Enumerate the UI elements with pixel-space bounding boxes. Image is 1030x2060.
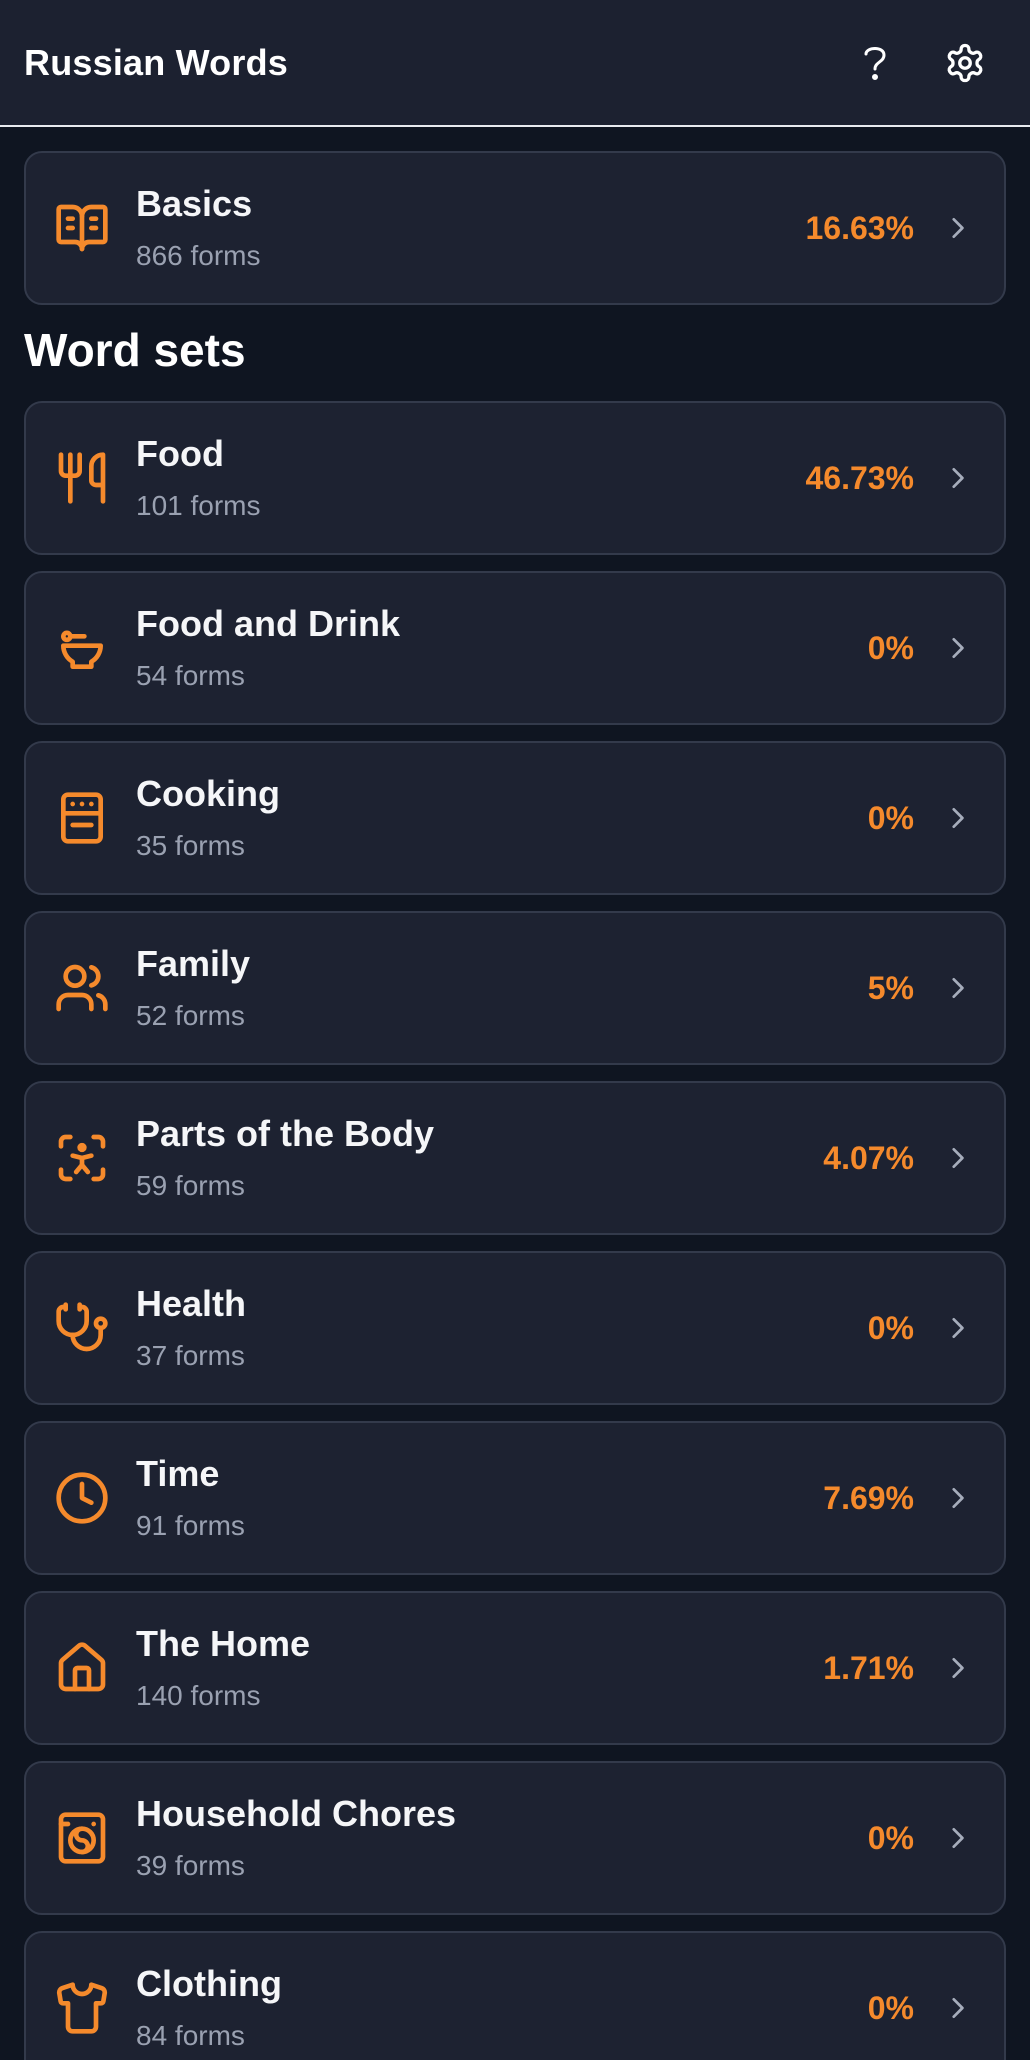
users-icon [52,958,112,1018]
word-set-text: Cooking 35 forms [136,774,868,862]
utensils-icon [52,448,112,508]
word-set-title: Family [136,943,251,985]
word-set-progress-percent: 0% [867,1819,914,1856]
word-set-card-the-home[interactable]: The Home 140 forms 1.71% [24,1591,1006,1745]
word-set-card-food-and-drink[interactable]: Food and Drink 54 forms 0% [24,571,1006,725]
washing-machine-icon [52,1808,112,1868]
word-set-forms: 140 forms [136,1679,261,1711]
word-set-progress-percent: 1.71% [823,1649,914,1686]
basics-text: Basics 866 forms [136,184,805,272]
help-button[interactable] [850,38,900,88]
word-set-progress-percent: 0% [867,799,914,836]
word-set-card-cooking[interactable]: Cooking 35 forms 0% [24,741,1006,895]
word-set-card-family[interactable]: Family 52 forms 5% [24,911,1006,1065]
gear-icon [947,43,983,82]
word-set-title: Time [136,1453,220,1495]
word-set-title: Food and Drink [136,603,400,645]
header-actions [850,0,990,125]
chevron-right-icon [942,803,972,833]
word-set-list: Food 101 forms 46.73% Food and Drink 54 … [24,401,1006,2060]
word-set-title: The Home [136,1623,311,1665]
question-mark-icon [864,46,886,80]
word-set-title: Food [136,433,224,475]
bowl-icon [52,618,112,678]
chevron-right-icon [942,463,972,493]
word-set-progress-percent: 7.69% [823,1479,914,1516]
word-set-title: Health [136,1283,247,1325]
body-scan-icon [52,1128,112,1188]
word-set-forms: 37 forms [136,1339,245,1371]
clock-icon [52,1468,112,1528]
basics-card[interactable]: Basics 866 forms 16.63% [24,151,1006,305]
chevron-right-icon [942,1653,972,1683]
word-set-progress-percent: 5% [867,969,914,1006]
word-set-progress-percent: 0% [867,1989,914,2026]
word-set-card-food[interactable]: Food 101 forms 46.73% [24,401,1006,555]
word-set-title: Parts of the Body [136,1113,435,1155]
basics-title: Basics [136,183,253,225]
shirt-icon [52,1978,112,2038]
chevron-right-icon [942,1483,972,1513]
word-set-card-clothing[interactable]: Clothing 84 forms 0% [24,1931,1006,2060]
word-set-title: Clothing [136,1963,282,2005]
word-set-forms: 39 forms [136,1849,245,1881]
chevron-right-icon [942,213,972,243]
word-set-title: Household Chores [136,1793,457,1835]
basics-progress-percent: 16.63% [805,209,914,246]
basics-forms: 866 forms [136,239,261,271]
chevron-right-icon [942,633,972,663]
word-set-text: Time 91 forms [136,1454,823,1542]
word-set-card-time[interactable]: Time 91 forms 7.69% [24,1421,1006,1575]
word-set-text: Clothing 84 forms [136,1964,868,2052]
chevron-right-icon [942,1143,972,1173]
word-set-card-parts-of-the-body[interactable]: Parts of the Body 59 forms 4.07% [24,1081,1006,1235]
oven-icon [52,788,112,848]
app-header: Russian Words [0,0,1030,127]
word-set-card-health[interactable]: Health 37 forms 0% [24,1251,1006,1405]
word-set-progress-percent: 46.73% [805,459,914,496]
chevron-right-icon [942,1993,972,2023]
app-title: Russian Words [24,41,288,83]
word-set-forms: 59 forms [136,1169,245,1201]
word-set-forms: 54 forms [136,659,245,691]
book-open-icon [52,198,112,258]
house-icon [52,1638,112,1698]
word-set-text: Parts of the Body 59 forms [136,1114,823,1202]
settings-button[interactable] [940,38,990,88]
stethoscope-icon [52,1298,112,1358]
word-set-forms: 101 forms [136,489,261,521]
word-set-progress-percent: 0% [867,1309,914,1346]
word-set-text: Food 101 forms [136,434,805,522]
section-title: Word sets [24,324,246,376]
word-set-text: Health 37 forms [136,1284,868,1372]
word-set-progress-percent: 4.07% [823,1139,914,1176]
word-set-text: Household Chores 39 forms [136,1794,868,1882]
word-set-title: Cooking [136,773,280,815]
chevron-right-icon [942,1313,972,1343]
chevron-right-icon [942,1823,972,1853]
word-set-forms: 91 forms [136,1509,245,1541]
word-set-text: Food and Drink 54 forms [136,604,868,692]
word-set-progress-percent: 0% [867,629,914,666]
word-set-text: The Home 140 forms [136,1624,823,1712]
word-set-text: Family 52 forms [136,944,868,1032]
word-set-forms: 52 forms [136,999,245,1031]
main-content: Basics 866 forms 16.63% Word sets Food 1… [0,127,1030,2060]
chevron-right-icon [942,973,972,1003]
word-set-forms: 84 forms [136,2019,245,2051]
word-set-card-household-chores[interactable]: Household Chores 39 forms 0% [24,1761,1006,1915]
word-set-forms: 35 forms [136,829,245,861]
